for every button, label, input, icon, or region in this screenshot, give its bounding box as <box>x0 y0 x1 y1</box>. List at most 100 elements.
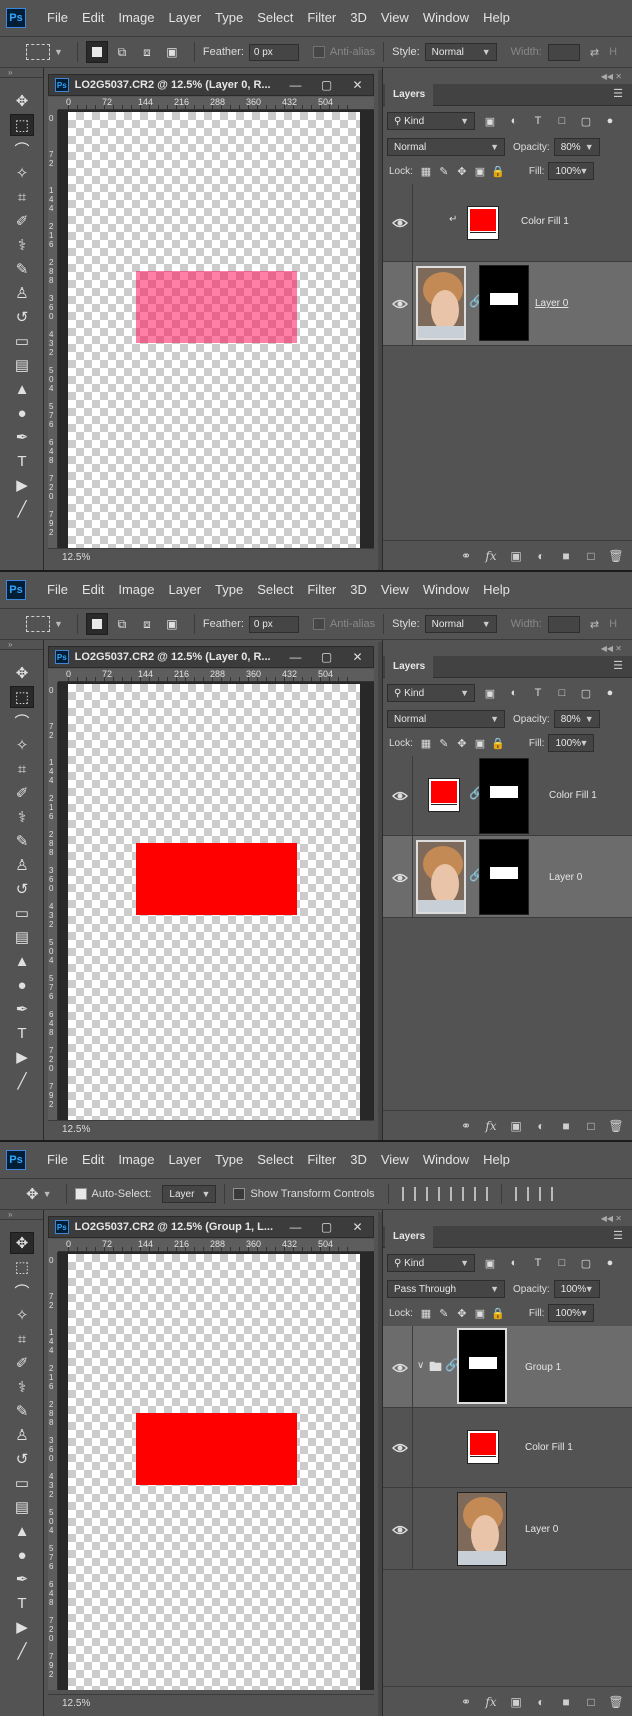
shape-filter-icon[interactable]: □ <box>553 1255 571 1271</box>
filter-toggle-icon[interactable]: ● <box>601 113 619 129</box>
horizontal-ruler[interactable]: 0 72 144 216 288 360 432 504 <box>58 97 374 110</box>
clone-stamp-icon[interactable]: ♙ <box>10 1424 34 1446</box>
tool-preset-picker[interactable] <box>26 616 50 632</box>
add-mask-icon[interactable]: ▣ <box>505 547 527 565</box>
collapse-panels-icon[interactable]: ◀◀ ✕ <box>601 644 622 653</box>
delete-layer-icon[interactable]: 🗑 <box>605 1693 627 1711</box>
toolbar-grip[interactable]: » <box>0 640 43 650</box>
eye-icon[interactable] <box>392 790 408 802</box>
layer-row-group[interactable]: ∨ 🖿 🔗 Group 1 <box>383 1326 632 1408</box>
clone-stamp-icon[interactable]: ♙ <box>10 282 34 304</box>
align-vcenter-icon[interactable] <box>425 1187 440 1201</box>
menu-view[interactable]: View <box>374 1142 416 1178</box>
filter-toggle-icon[interactable]: ● <box>601 1255 619 1271</box>
collapse-panels-icon[interactable]: ◀◀ ✕ <box>601 72 622 81</box>
eyedropper-icon[interactable]: ✐ <box>10 1352 34 1374</box>
feather-input[interactable]: 0 px <box>248 615 299 633</box>
fill-input[interactable]: 100% ▼ <box>548 1304 595 1322</box>
eraser-icon[interactable]: ▭ <box>10 902 34 924</box>
line-tool-icon[interactable]: ╱ <box>10 1640 34 1662</box>
filter-kind-dropdown[interactable]: ⚲ Kind ▼ <box>387 1254 475 1272</box>
lasso-tool-icon[interactable]: ⌒ <box>10 710 34 732</box>
clone-stamp-icon[interactable]: ♙ <box>10 854 34 876</box>
menu-3d[interactable]: 3D <box>343 572 374 608</box>
smart-object-filter-icon[interactable]: ▢ <box>577 685 595 701</box>
type-tool-icon[interactable]: T <box>10 1592 34 1614</box>
layer-thumbnail[interactable] <box>457 1492 507 1566</box>
menu-help[interactable]: Help <box>476 1142 517 1178</box>
lock-all-icon[interactable]: 🔒 <box>489 165 507 178</box>
menu-filter[interactable]: Filter <box>300 1142 343 1178</box>
healing-brush-icon[interactable]: ⚕ <box>10 806 34 828</box>
gradient-tool-icon[interactable]: ▤ <box>10 1496 34 1518</box>
fx-icon[interactable]: fx <box>480 1693 502 1711</box>
maximize-button[interactable]: ▢ <box>311 1220 342 1234</box>
menu-layer[interactable]: Layer <box>162 572 209 608</box>
swap-icon[interactable]: ⇄ <box>590 46 599 59</box>
autoselect-target-dropdown[interactable]: Layer ▼ <box>162 1185 217 1203</box>
menu-window[interactable]: Window <box>416 0 476 36</box>
new-group-icon[interactable]: ■ <box>555 1693 577 1711</box>
layer-name[interactable]: Layer 0 <box>525 1524 558 1535</box>
fill-thumbnail[interactable] <box>467 206 499 240</box>
blend-mode-dropdown[interactable]: Pass Through ▼ <box>387 1280 505 1298</box>
lock-all-icon[interactable]: 🔒 <box>489 737 507 750</box>
menu-type[interactable]: Type <box>208 572 250 608</box>
lock-transparency-icon[interactable]: ▦ <box>417 165 435 178</box>
add-mask-icon[interactable]: ▣ <box>505 1117 527 1135</box>
blur-tool-icon[interactable]: ▲ <box>10 1520 34 1542</box>
layer-row-layer0[interactable]: 🔗 Layer 0 <box>383 836 632 918</box>
opacity-input[interactable]: 80% ▼ <box>553 710 600 728</box>
new-layer-icon[interactable]: □ <box>580 1693 602 1711</box>
subtract-selection-button[interactable]: ⧈ <box>136 41 158 63</box>
layer-row-layer0[interactable]: 🔗 Layer 0 <box>383 262 632 346</box>
path-selection-icon[interactable]: ▶ <box>10 1046 34 1068</box>
layer-name[interactable]: Color Fill 1 <box>525 1442 573 1453</box>
lock-artboard-icon[interactable]: ▣ <box>471 165 489 178</box>
menu-file[interactable]: File <box>40 0 75 36</box>
new-selection-button[interactable] <box>85 613 108 635</box>
antialias-checkbox[interactable] <box>312 46 325 58</box>
eye-icon[interactable] <box>392 872 408 884</box>
menu-select[interactable]: Select <box>250 0 300 36</box>
align-left-icon[interactable] <box>473 1187 488 1201</box>
menu-edit[interactable]: Edit <box>75 572 111 608</box>
blend-mode-dropdown[interactable]: Normal ▼ <box>387 710 505 728</box>
layer-name[interactable]: Layer 0 <box>549 872 582 883</box>
menu-type[interactable]: Type <box>208 0 250 36</box>
horizontal-ruler[interactable]: 0 72 144 216 288 360 432 504 <box>58 669 374 682</box>
menu-3d[interactable]: 3D <box>343 0 374 36</box>
dodge-tool-icon[interactable]: ● <box>10 1544 34 1566</box>
type-filter-icon[interactable]: T <box>529 113 547 129</box>
close-button[interactable]: ✕ <box>342 78 373 92</box>
line-tool-icon[interactable]: ╱ <box>10 498 34 520</box>
filter-kind-dropdown[interactable]: ⚲ Kind ▼ <box>387 112 475 130</box>
swap-icon[interactable]: ⇄ <box>590 618 599 631</box>
minimize-button[interactable]: — <box>280 1220 311 1234</box>
crop-tool-icon[interactable]: ⌗ <box>10 1328 34 1350</box>
gradient-tool-icon[interactable]: ▤ <box>10 926 34 948</box>
opacity-input[interactable]: 100% ▼ <box>553 1280 600 1298</box>
eye-icon[interactable] <box>392 1442 408 1454</box>
eye-icon[interactable] <box>392 217 408 229</box>
new-layer-icon[interactable]: □ <box>580 1117 602 1135</box>
healing-brush-icon[interactable]: ⚕ <box>10 234 34 256</box>
vertical-ruler[interactable]: 0 7 2 1 4 4 2 1 6 2 8 8 3 6 0 4 3 2 5 0 4 5 7 6 6… <box>48 110 58 548</box>
type-filter-icon[interactable]: T <box>529 1255 547 1271</box>
pixel-filter-icon[interactable]: ▣ <box>481 113 499 129</box>
menu-layer[interactable]: Layer <box>162 1142 209 1178</box>
tab-layers[interactable]: Layers <box>385 656 434 678</box>
brush-tool-icon[interactable]: ✎ <box>10 830 34 852</box>
brush-tool-icon[interactable]: ✎ <box>10 258 34 280</box>
shape-filter-icon[interactable]: □ <box>553 113 571 129</box>
brush-tool-icon[interactable]: ✎ <box>10 1400 34 1422</box>
menu-type[interactable]: Type <box>208 1142 250 1178</box>
opacity-input[interactable]: 80% ▼ <box>553 138 600 156</box>
menu-3d[interactable]: 3D <box>343 1142 374 1178</box>
minimize-button[interactable]: — <box>280 650 311 664</box>
layer-thumbnail[interactable] <box>416 266 466 340</box>
menu-image[interactable]: Image <box>111 1142 161 1178</box>
lock-position-icon[interactable]: ✥ <box>453 737 471 750</box>
width-input[interactable] <box>547 615 580 633</box>
lasso-tool-icon[interactable]: ⌒ <box>10 138 34 160</box>
